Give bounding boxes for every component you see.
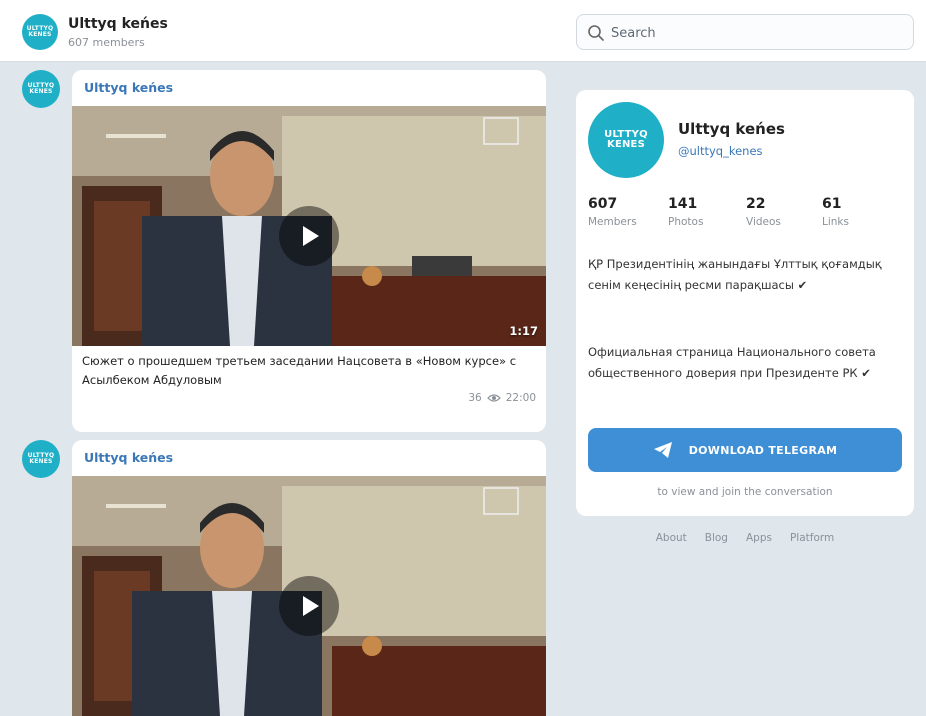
- message-author[interactable]: Ulttyq keńes: [84, 80, 173, 95]
- member-count: 607 members: [68, 36, 145, 49]
- stat-links[interactable]: 61 Links: [822, 196, 849, 228]
- message-time[interactable]: 22:00: [506, 392, 536, 404]
- footer-link-about[interactable]: About: [656, 532, 687, 544]
- video-thumbnail[interactable]: [72, 476, 546, 716]
- search-input[interactable]: [611, 22, 901, 44]
- message-bubble: Ulttyq keńes: [72, 440, 546, 716]
- channel-name: Ulttyq keńes: [678, 120, 785, 138]
- play-button[interactable]: [279, 206, 339, 266]
- search-box[interactable]: [576, 14, 914, 50]
- channel-avatar-large: ULTTYQ KENES: [588, 102, 664, 178]
- download-telegram-button[interactable]: DOWNLOAD TELEGRAM: [588, 428, 902, 472]
- footer-links: About Blog Apps Platform: [576, 532, 914, 544]
- play-button[interactable]: [279, 576, 339, 636]
- play-icon: [303, 596, 319, 616]
- channel-avatar[interactable]: ULTTYQ KENES: [22, 14, 58, 50]
- channel-stats: 607 Members 141 Photos 22 Videos 61 Link…: [588, 196, 888, 236]
- video-thumbnail[interactable]: 1:17: [72, 106, 546, 346]
- view-count: 36: [468, 392, 482, 404]
- message-avatar[interactable]: ULTTYQ KENES: [22, 70, 60, 108]
- footer-link-platform[interactable]: Platform: [790, 532, 834, 544]
- footer-link-blog[interactable]: Blog: [705, 532, 728, 544]
- eye-icon: [486, 394, 501, 402]
- button-note: to view and join the conversation: [657, 486, 833, 498]
- footer-link-apps[interactable]: Apps: [746, 532, 772, 544]
- message-text: Сюжет о прошедшем третьем заседании Нацс…: [82, 354, 517, 387]
- channel-description-kz: ҚР Президентінің жанындағы Ұлттық қоғамд…: [588, 257, 882, 292]
- message-bubble: Ulttyq keńes 1:17 Сюжет о прошедшем трет…: [72, 70, 546, 432]
- message-avatar[interactable]: ULTTYQ KENES: [22, 440, 60, 478]
- stat-videos[interactable]: 22 Videos: [746, 196, 781, 228]
- channel-handle[interactable]: @ulttyq_kenes: [678, 144, 763, 158]
- channel-info-card: ULTTYQ KENES Ulttyq keńes @ulttyq_kenes …: [576, 90, 914, 516]
- play-icon: [303, 226, 319, 246]
- stat-members[interactable]: 607 Members: [588, 196, 637, 228]
- message-author[interactable]: Ulttyq keńes: [84, 450, 173, 465]
- stat-photos[interactable]: 141 Photos: [668, 196, 703, 228]
- video-duration: 1:17: [509, 324, 538, 338]
- channel-title[interactable]: Ulttyq keńes: [68, 16, 168, 32]
- channel-header: ULTTYQ KENES Ulttyq keńes 607 members: [0, 0, 926, 62]
- search-icon: [588, 25, 604, 41]
- telegram-plane-icon: [653, 442, 672, 458]
- channel-description-ru: Официальная страница Национального совет…: [588, 345, 876, 380]
- message-meta: 36 22:00: [468, 392, 536, 404]
